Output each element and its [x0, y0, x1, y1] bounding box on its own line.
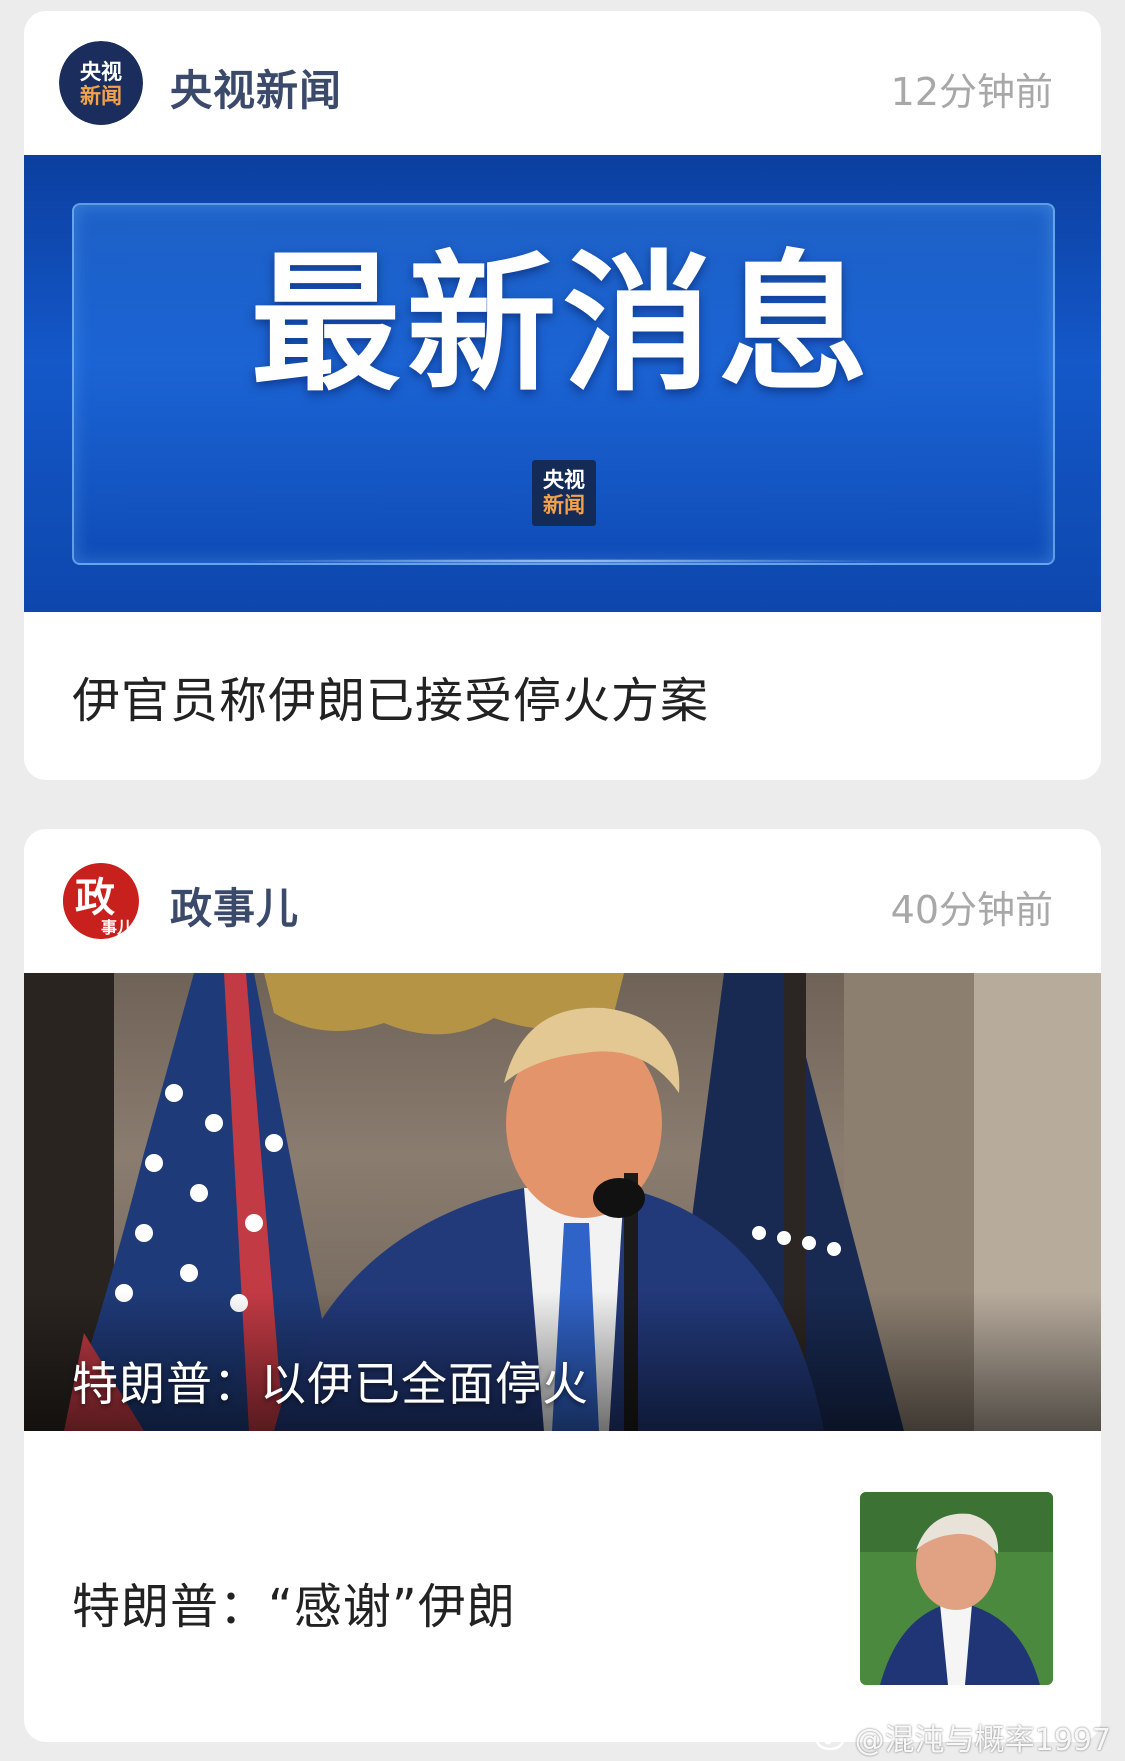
news-photo[interactable]: 特朗普：以伊已全面停火 [24, 973, 1101, 1431]
news-card-zhengshier[interactable]: 政 事儿 政事儿 40分钟前 特朗普：以伊已全面停火 特朗普：“感谢”伊朗 [24, 829, 1101, 1742]
banner-logo-line-1: 央视 [543, 468, 585, 492]
card-header: 央视 新闻 央视新闻 12分钟前 [24, 11, 1101, 155]
timestamp: 12分钟前 [890, 70, 1053, 114]
banner-cctv-logo: 央视 新闻 [532, 460, 596, 526]
photo-caption: 特朗普：以伊已全面停火 [72, 1357, 589, 1411]
cctv-logo-icon: 央视 新闻 [59, 41, 143, 125]
avatar-line-2: 新闻 [80, 84, 122, 108]
timestamp: 40分钟前 [890, 888, 1053, 932]
zhengshier-logo-icon: 政 事儿 [59, 859, 143, 943]
news-card-cctv[interactable]: 央视 新闻 央视新闻 12分钟前 最新消息 央视 新闻 伊官员称伊朗已接受停火方… [24, 11, 1101, 780]
weibo-icon [815, 1725, 847, 1751]
card-header: 政 事儿 政事儿 40分钟前 [24, 829, 1101, 973]
source-name[interactable]: 央视新闻 [170, 57, 342, 118]
source-name[interactable]: 政事儿 [170, 875, 299, 936]
banner-title: 最新消息 [250, 238, 875, 412]
avatar-char-2: 事儿 [101, 918, 133, 937]
weibo-watermark: @混沌与概率1997 [815, 1715, 1111, 1759]
avatar-char-1: 政 [75, 874, 115, 921]
news-headline[interactable]: 特朗普：“感谢”伊朗 [72, 1567, 516, 1637]
news-headline[interactable]: 伊官员称伊朗已接受停火方案 [72, 661, 709, 731]
cctv-news-avatar[interactable]: 央视 新闻 [59, 41, 143, 125]
avatar-line-1: 央视 [80, 60, 122, 84]
zhengshier-avatar[interactable]: 政 事儿 [59, 859, 143, 943]
news-thumbnail[interactable] [860, 1492, 1053, 1685]
banner-glow [224, 559, 904, 563]
watermark-text: @混沌与概率1997 [854, 1723, 1111, 1758]
news-banner-image[interactable]: 最新消息 央视 新闻 [24, 155, 1101, 612]
thumbnail-portrait-photo [860, 1492, 1053, 1685]
banner-logo-line-2: 新闻 [543, 493, 585, 517]
